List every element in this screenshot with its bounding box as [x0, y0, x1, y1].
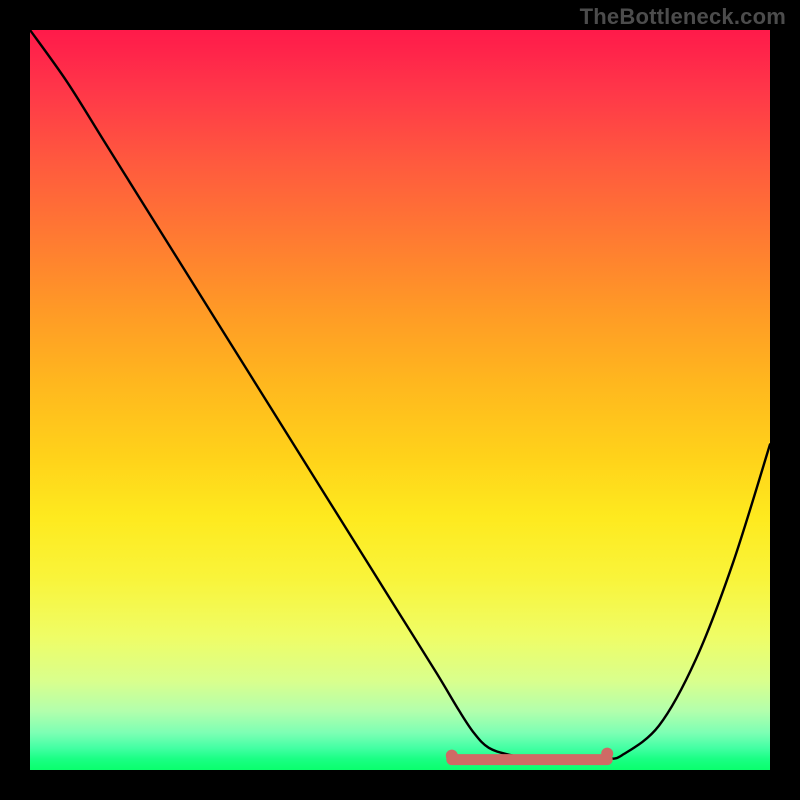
- bottleneck-curve: [30, 30, 770, 763]
- plot-area: [30, 30, 770, 770]
- watermark-text: TheBottleneck.com: [580, 4, 786, 30]
- chart-frame: TheBottleneck.com: [0, 0, 800, 800]
- curve-layer: [30, 30, 770, 770]
- band-end-right: [601, 748, 613, 760]
- band-end-left: [446, 750, 458, 762]
